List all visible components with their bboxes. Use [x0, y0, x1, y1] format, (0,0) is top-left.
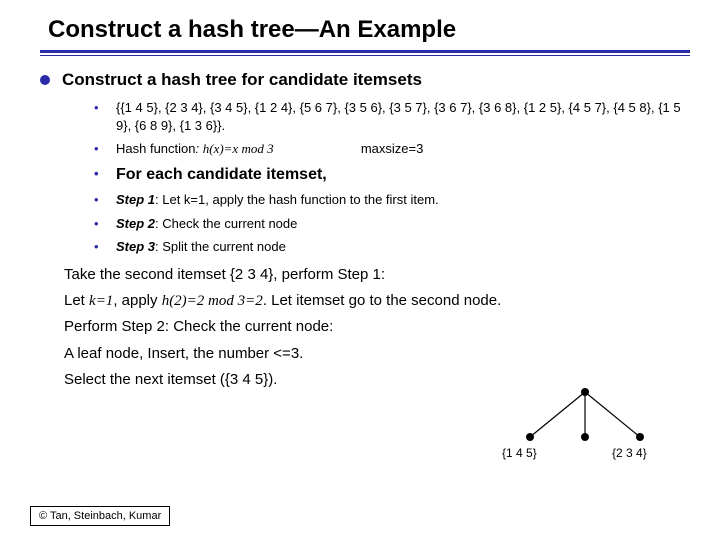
bullet-for-each: For each candidate itemset, [94, 161, 690, 189]
lead-bullet: Construct a hash tree for candidate item… [40, 70, 690, 90]
step2-label: Step 2 [116, 216, 155, 231]
step3-label: Step 3 [116, 239, 155, 254]
l2-h: h(2)=2 mod 3=2 [162, 293, 263, 309]
maxsize: maxsize=3 [361, 141, 424, 156]
title-rule-thin [40, 55, 690, 56]
tree-left-label: {1 4 5} [502, 446, 537, 460]
footer-credit: © Tan, Steinbach, Kumar [30, 506, 170, 526]
step2-text: : Check the current node [155, 216, 297, 231]
bullet-icon [40, 75, 50, 85]
body-line-4: A leaf node, Insert, the number <=3. [64, 344, 690, 364]
slide-title: Construct a hash tree—An Example [48, 16, 690, 44]
l2-c: . Let itemset go to the second node. [263, 292, 502, 309]
body-line-3: Perform Step 2: Check the current node: [64, 317, 690, 337]
l2-k: k=1 [89, 293, 113, 309]
l2-b: , apply [113, 292, 161, 309]
step1-label: Step 1 [116, 192, 155, 207]
hash-formula: h(x)=x mod 3 [203, 141, 274, 156]
tree-right-label: {2 3 4} [612, 446, 647, 460]
bullet-hash: Hash function: h(x)=x mod 3 maxsize=3 [94, 137, 690, 161]
body-text: Take the second itemset {2 3 4}, perform… [64, 265, 690, 390]
body-line-2: Let k=1, apply h(2)=2 mod 3=2. Let items… [64, 291, 690, 311]
l2-a: Let [64, 292, 89, 309]
bullet-step3: Step 3: Split the current node [94, 235, 690, 259]
tree-diagram: {1 4 5} {2 3 4} [500, 382, 670, 472]
body-line-1: Take the second itemset {2 3 4}, perform… [64, 265, 690, 285]
hash-colon: : [196, 141, 203, 156]
lead-text: Construct a hash tree for candidate item… [62, 70, 422, 90]
step1-text: : Let k=1, apply the hash function to th… [155, 192, 439, 207]
hash-prefix: Hash function [116, 141, 196, 156]
step3-text: : Split the current node [155, 239, 286, 254]
title-rule-thick [40, 50, 690, 53]
bullet-itemsets: {{1 4 5}, {2 3 4}, {3 4 5}, {1 2 4}, {5 … [94, 96, 690, 137]
bullet-step2: Step 2: Check the current node [94, 212, 690, 236]
sub-bullet-list: {{1 4 5}, {2 3 4}, {3 4 5}, {1 2 4}, {5 … [94, 96, 690, 259]
bullet-step1: Step 1: Let k=1, apply the hash function… [94, 188, 690, 212]
